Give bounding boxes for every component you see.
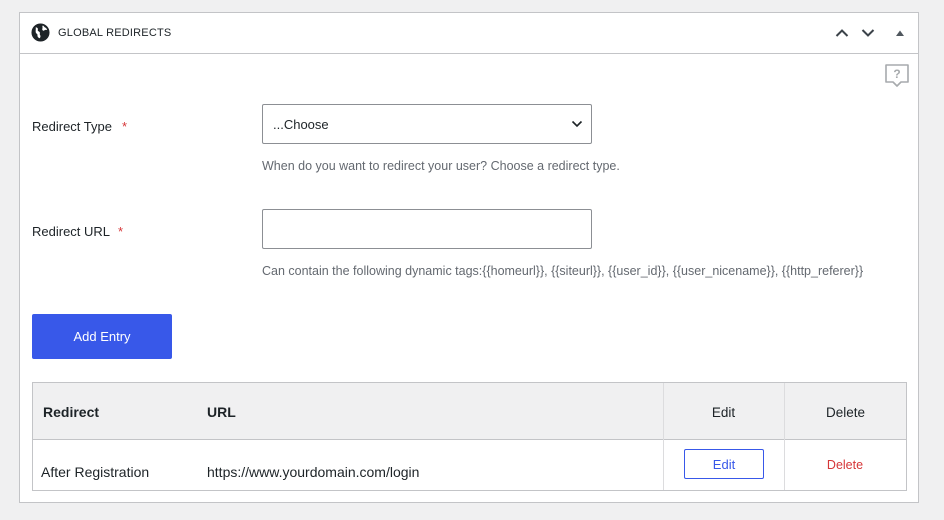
globe-icon [31, 23, 50, 42]
move-up-button[interactable] [832, 23, 852, 43]
redirect-type-selected: ...Choose [273, 116, 329, 132]
redirect-url-label-text: Redirect URL [32, 224, 111, 239]
delete-button[interactable]: Delete [785, 458, 905, 472]
required-marker: * [118, 224, 124, 239]
redirect-type-select[interactable]: ...Choose [262, 104, 592, 144]
column-header-delete: Delete [825, 405, 866, 420]
svg-text:?: ? [893, 67, 900, 81]
redirect-type-label: Redirect Type * [32, 119, 127, 134]
column-header-url: URL [207, 404, 236, 420]
required-marker: * [121, 119, 128, 134]
row-url-cell: https://www.yourdomain.com/login [207, 464, 420, 480]
help-icon[interactable]: ? [884, 63, 910, 89]
collapse-toggle-button[interactable] [890, 23, 910, 43]
column-divider [784, 383, 785, 490]
edit-button[interactable]: Edit [684, 449, 764, 479]
move-down-button[interactable] [858, 23, 878, 43]
chevron-up-icon [835, 29, 849, 37]
triangle-up-icon [896, 30, 904, 36]
redirect-type-label-text: Redirect Type [32, 119, 112, 134]
column-header-redirect: Redirect [43, 404, 100, 420]
redirect-type-description: When do you want to redirect your user? … [262, 159, 620, 173]
redirect-url-input[interactable] [262, 209, 592, 249]
global-redirects-panel: GLOBAL REDIRECTS ? Redirect Type * ...Cho… [19, 12, 919, 503]
panel-header: GLOBAL REDIRECTS [20, 13, 918, 54]
chevron-down-icon [571, 120, 583, 128]
chevron-down-icon [861, 29, 875, 37]
add-entry-button[interactable]: Add Entry [32, 314, 172, 359]
table-header: Redirect URL Edit Delete [33, 383, 906, 440]
panel-title: GLOBAL REDIRECTS [58, 27, 172, 39]
column-divider [663, 383, 664, 490]
redirects-table: Redirect URL Edit Delete After Registrat… [32, 382, 907, 491]
redirect-url-label: Redirect URL * [32, 224, 123, 239]
column-header-edit: Edit [711, 405, 736, 420]
redirect-url-description: Can contain the following dynamic tags:{… [262, 264, 864, 278]
row-redirect-cell: After Registration [41, 464, 150, 480]
